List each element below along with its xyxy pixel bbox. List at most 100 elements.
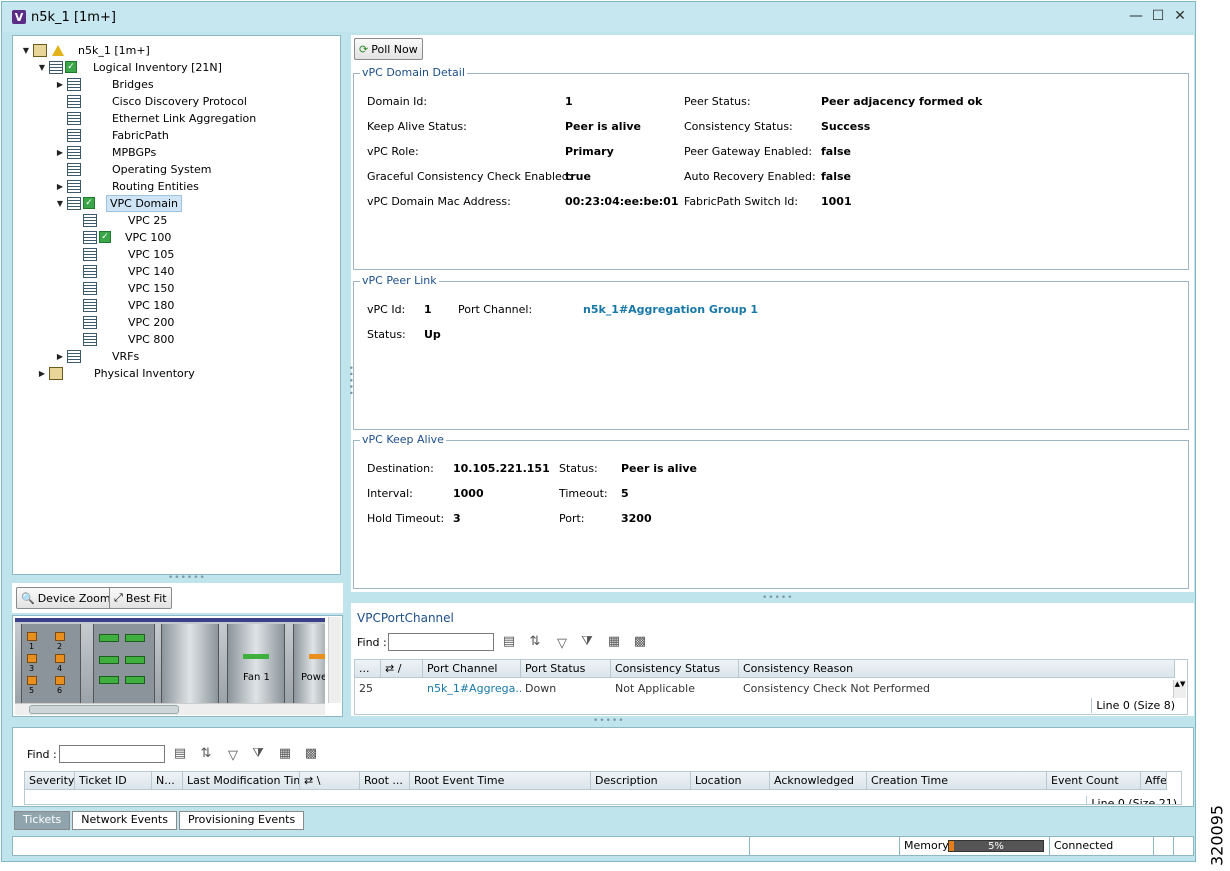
device-navigator[interactable]: 1 2 3 4 5 6 Fan 1 Powe [12, 615, 343, 717]
best-fit-button[interactable]: ⤢ Best Fit [109, 587, 172, 609]
device-zoom-label: Device Zoom [37, 591, 111, 605]
advanced-filter-icon[interactable]: ⧩ [250, 746, 266, 762]
expand-icon[interactable]: ▶ [55, 147, 65, 157]
tree-item-cdp[interactable]: Cisco Discovery Protocol [55, 93, 250, 109]
expand-icon[interactable]: ▶ [55, 79, 65, 89]
poll-now-button[interactable]: ⟳ Poll Now [354, 38, 423, 60]
column-header[interactable]: Affe [1141, 772, 1167, 790]
zoom-icon: 🔍 [21, 591, 35, 605]
tree-root[interactable]: ▼ n5k_1 [1m+] [21, 42, 153, 58]
column-header[interactable]: Ticket ID [75, 772, 152, 790]
tree-label: VPC 200 [128, 315, 175, 329]
tree-item-vpc[interactable]: VPC 140 [71, 263, 177, 279]
filter-icon[interactable]: ▽ [554, 636, 570, 652]
splitter-handle[interactable]: •••••• [168, 573, 206, 583]
tree-item-vpc[interactable]: VPC 180 [71, 297, 177, 313]
tree-item-vpc[interactable]: VPC 200 [71, 314, 177, 330]
find-input[interactable] [59, 745, 165, 763]
column-header[interactable]: Consistency Reason [739, 660, 1175, 678]
expand-icon[interactable]: ▶ [55, 181, 65, 191]
fan-label: Fan 1 [243, 672, 270, 683]
save-icon[interactable]: ▤ [501, 634, 517, 650]
table-icon [67, 145, 81, 159]
tree-item-bridges[interactable]: ▶ Bridges [55, 76, 157, 92]
tree-item-eth-link-agg[interactable]: Ethernet Link Aggregation [55, 110, 259, 126]
close-icon[interactable]: ✕ [1173, 9, 1187, 23]
tree-item-routing[interactable]: ▶ Routing Entities [55, 178, 202, 194]
tree-item-vpc[interactable]: VPC 150 [71, 280, 177, 296]
memory-bar: 5% [948, 840, 1044, 852]
column-header[interactable]: N... [152, 772, 183, 790]
expand-icon[interactable]: ▶ [55, 351, 65, 361]
column-header[interactable]: Port Channel [423, 660, 521, 678]
tree-logical-inventory[interactable]: ▼ ✓ Logical Inventory [21N] [37, 59, 225, 75]
column-header[interactable]: ... [355, 660, 381, 678]
tab-provisioning-events[interactable]: Provisioning Events [178, 811, 305, 830]
tree-physical-inventory[interactable]: ▶ Physical Inventory [37, 365, 198, 381]
collapse-icon[interactable]: ▼ [21, 45, 31, 55]
inventory-tree[interactable]: ▼ n5k_1 [1m+] ▼ ✓ Logical Inventory [21N… [12, 35, 341, 575]
tree-item-vrfs[interactable]: ▶ VRFs [55, 348, 142, 364]
port-channel-link[interactable]: n5k_1#Aggrega... [423, 680, 521, 698]
print-icon[interactable]: ▩ [303, 746, 319, 762]
tickets-table[interactable]: Severity Ticket ID N... Last Modificatio… [24, 771, 1182, 805]
column-header[interactable]: ⇄ / [381, 660, 423, 678]
find-input[interactable] [388, 633, 494, 651]
column-header[interactable]: Consistency Status [611, 660, 739, 678]
filter-icon[interactable]: ▽ [225, 748, 241, 764]
tree-item-vpc[interactable]: ✓ VPC 100 [71, 229, 174, 245]
horizontal-scrollbar[interactable] [15, 703, 325, 715]
chassis-icon [49, 366, 63, 380]
field-value: Primary [565, 145, 614, 158]
column-header[interactable]: Location [691, 772, 770, 790]
splitter-handle[interactable]: ••••• [593, 716, 625, 726]
advanced-filter-icon[interactable]: ⧩ [579, 634, 595, 650]
tab-network-events[interactable]: Network Events [72, 811, 177, 830]
save-icon[interactable]: ▤ [172, 746, 188, 762]
export-icon[interactable]: ▦ [606, 634, 622, 650]
column-header[interactable]: Severity [25, 772, 75, 790]
table-row[interactable]: 25 n5k_1#Aggrega... Down Not Applicable … [355, 680, 1175, 698]
print-icon[interactable]: ▩ [632, 634, 648, 650]
tree-label: Bridges [112, 77, 154, 91]
expand-icon[interactable]: ▶ [37, 368, 47, 378]
port-label: 1 [29, 642, 35, 651]
tree-item-vpc[interactable]: VPC 800 [71, 331, 177, 347]
port-channel-link[interactable]: n5k_1#Aggregation Group 1 [583, 303, 758, 316]
tree-item-mpbgps[interactable]: ▶ MPBGPs [55, 144, 159, 160]
column-header[interactable]: Creation Time [867, 772, 1047, 790]
port-channel-table[interactable]: ... ⇄ / Port Channel Port Status Consist… [354, 659, 1188, 715]
table-cell: 25 [359, 682, 373, 695]
splitter-handle[interactable]: ••••• [345, 365, 355, 397]
tree-item-fabricpath[interactable]: FabricPath [55, 127, 172, 143]
table-icon [83, 264, 97, 278]
tree-item-vpc-domain[interactable]: ▼ ✓ VPC Domain [55, 194, 183, 212]
collapse-icon[interactable]: ▼ [55, 198, 65, 208]
sort-icon[interactable]: ⇅ [527, 634, 543, 650]
tree-label: VPC 800 [128, 332, 175, 346]
collapse-icon[interactable]: ▼ [37, 62, 47, 72]
maximize-icon[interactable]: ☐ [1151, 9, 1165, 23]
vertical-scrollbar[interactable] [328, 617, 341, 703]
column-header[interactable]: Last Modification Time [183, 772, 300, 790]
tree-item-os[interactable]: Operating System [55, 161, 215, 177]
column-header[interactable]: Root Event Time [410, 772, 591, 790]
memory-label: Memory: [904, 839, 952, 852]
sort-icon[interactable]: ⇅ [198, 746, 214, 762]
column-header[interactable]: Port Status [521, 660, 611, 678]
tab-tickets[interactable]: Tickets [14, 811, 71, 830]
table-scrollbar[interactable]: ▲▼ [1173, 680, 1186, 698]
column-header[interactable]: Acknowledged [770, 772, 867, 790]
device-zoom-button[interactable]: 🔍 Device Zoom [16, 587, 116, 609]
column-header[interactable]: Event Count [1047, 772, 1141, 790]
table-icon [67, 196, 81, 210]
column-header[interactable]: Root ... [360, 772, 410, 790]
tree-item-vpc[interactable]: VPC 105 [71, 246, 177, 262]
splitter-handle[interactable]: ••••• [762, 593, 794, 603]
column-header[interactable]: ⇄ \ [300, 772, 360, 790]
tickets-panel: Find : ▤ ⇅ ▽ ⧩ ▦ ▩ Severity Ticket ID N.… [12, 727, 1194, 807]
tree-item-vpc[interactable]: VPC 25 [71, 212, 170, 228]
minimize-icon[interactable]: — [1129, 9, 1143, 23]
column-header[interactable]: Description [591, 772, 691, 790]
export-icon[interactable]: ▦ [277, 746, 293, 762]
